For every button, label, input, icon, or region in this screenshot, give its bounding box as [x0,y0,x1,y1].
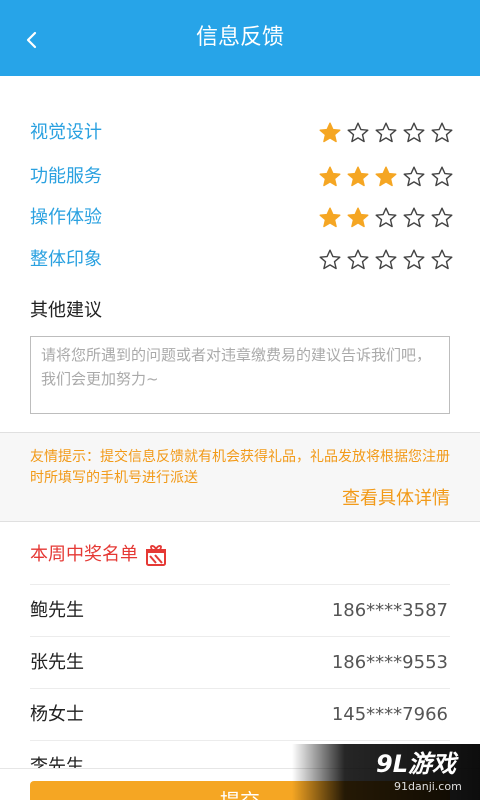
star-empty-icon[interactable] [402,248,426,272]
watermark-main: 9L游戏 [376,750,456,778]
page-title: 信息反馈 [195,25,284,50]
view-details-link[interactable]: 查看具体详情 [342,485,450,513]
suggestion-box [30,336,450,414]
watermark-logo: 9L游戏 91danji.com [292,744,480,800]
star-filled-icon[interactable] [318,206,342,230]
star-filled-icon[interactable] [346,165,370,189]
winner-phone: 186****3587 [331,600,448,621]
tip-text: 友情提示：提交信息反馈就有机会获得礼品，礼品发放将根据您注册时所填写的手机号进行… [30,449,450,486]
rating-row-operation: 操作体验 [0,196,480,240]
winner-phone: 145****7966 [331,704,448,725]
rating-label: 操作体验 [30,207,102,228]
star-empty-icon[interactable] [430,165,454,189]
star-empty-icon[interactable] [318,248,342,272]
watermark-sub: 91danji.com [394,780,462,793]
star-empty-icon[interactable] [402,206,426,230]
winner-phone: 186****9553 [331,652,448,673]
star-empty-icon[interactable] [374,206,398,230]
star-rating[interactable] [318,206,458,230]
star-empty-icon[interactable] [374,248,398,272]
rating-row-function: 功能服务 [0,155,480,199]
star-empty-icon[interactable] [346,248,370,272]
winners-title: 本周中奖名单 [30,540,168,570]
star-filled-icon[interactable] [318,165,342,189]
winner-name: 鲍先生 [30,600,84,621]
tip-panel: 友情提示：提交信息反馈就有机会获得礼品，礼品发放将根据您注册时所填写的手机号进行… [0,432,480,522]
suggestion-input[interactable] [31,337,449,413]
star-rating[interactable] [318,121,458,145]
star-empty-icon[interactable] [346,121,370,145]
star-rating[interactable] [318,248,458,272]
star-empty-icon[interactable] [402,121,426,145]
rating-label: 视觉设计 [30,122,102,143]
star-filled-icon[interactable] [346,206,370,230]
winner-row: 鲍先生 186****3587 [30,584,450,636]
winner-row: 杨女士 145****7966 [30,688,450,740]
winner-name: 张先生 [30,652,84,673]
star-empty-icon[interactable] [430,248,454,272]
star-empty-icon[interactable] [402,165,426,189]
winner-name: 杨女士 [30,704,84,725]
star-rating[interactable] [318,165,458,189]
winners-title-text: 本周中奖名单 [30,544,138,565]
winner-row: 张先生 186****9553 [30,636,450,688]
rating-label: 整体印象 [30,249,102,270]
star-filled-icon[interactable] [318,121,342,145]
app-header: 信息反馈 [0,0,480,76]
star-empty-icon[interactable] [374,121,398,145]
star-empty-icon[interactable] [430,206,454,230]
rating-label: 功能服务 [30,166,102,187]
rating-row-visual: 视觉设计 [0,111,480,155]
star-empty-icon[interactable] [430,121,454,145]
suggestion-title: 其他建议 [30,300,102,321]
star-filled-icon[interactable] [374,165,398,189]
gift-icon [144,543,168,567]
rating-row-overall: 整体印象 [0,238,480,282]
